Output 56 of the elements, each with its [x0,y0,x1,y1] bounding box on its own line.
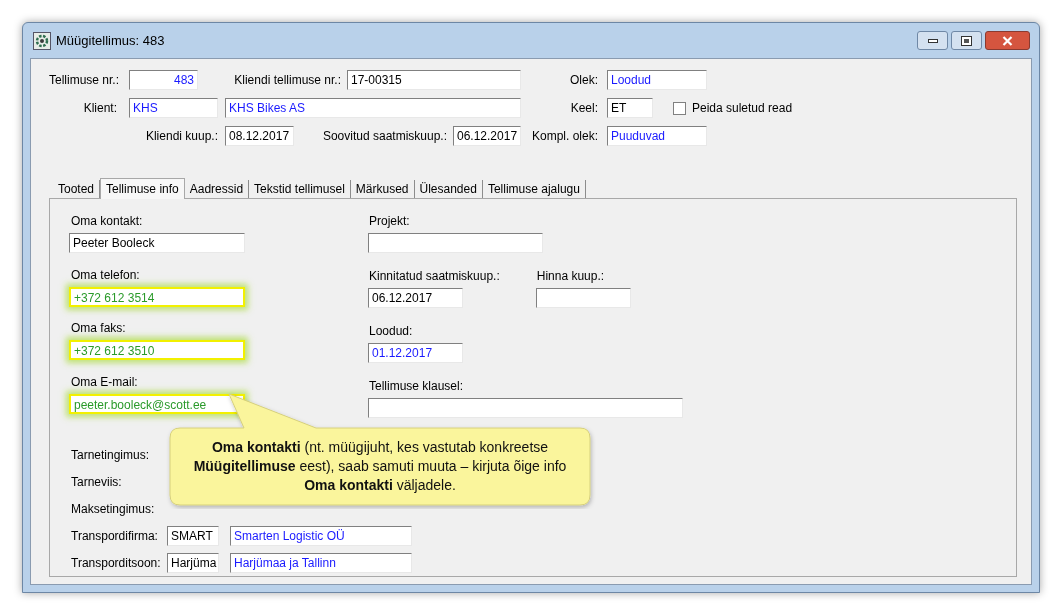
field-label: Kliendi kuup.: [144,128,218,145]
field-label: Oma E-mail: [71,373,139,390]
field-label: Hinna kuup.: [536,268,606,284]
input-field[interactable] [535,288,631,308]
input-field[interactable] [368,398,683,418]
field-label: Transporditsoon: [71,554,162,572]
field-label: Tarneviis: [71,473,123,491]
input-field[interactable]: +372 612 3510 [69,340,245,360]
close-button[interactable] [985,31,1030,50]
input-field[interactable]: 08.12.2017 [225,126,294,146]
input-field[interactable]: 01.12.2017 [368,343,463,363]
maximize-button[interactable] [951,31,982,50]
input-field[interactable]: Smarten Logistic OÜ [230,525,412,546]
field-label: Olek: [569,72,598,89]
input-field[interactable]: 483 [129,70,198,90]
input-field[interactable]: Harjüma [167,552,219,573]
app-icon [33,31,51,50]
input-field[interactable]: peeter.booleck@scott.ee [69,393,245,414]
input-field[interactable]: +372 612 3514 [69,286,245,307]
field-label: Soovitud saatmiskuup.: [321,128,447,145]
field-label: Tarnetingimus: [71,446,151,464]
input-field[interactable]: Loodud [607,70,707,90]
input-field[interactable]: Puuduvad [607,126,707,146]
input-field[interactable]: SMART [167,525,219,546]
input-field[interactable]: 17-00315 [347,70,521,90]
field-label: Keel: [569,100,598,117]
input-field[interactable] [368,233,543,253]
field-label: Transpordifirma: [71,527,159,545]
tab[interactable]: Tellimuse info [100,178,185,199]
field-label: Loodud: [369,323,414,339]
field-label: Tellimuse nr.: [49,72,117,89]
field-label: Kliendi tellimuse nr.: [233,72,341,89]
field-label: Tellimuse klausel: [369,378,465,394]
minimize-icon [927,38,938,43]
field-label: Maksetingimus: [71,500,156,518]
minimize-button[interactable] [917,31,948,50]
field-label: Kinnitatud saatmiskuup.: [369,268,500,284]
field-label: Kompl. olek: [530,128,598,145]
field-label: Oma kontakt: [71,213,144,229]
input-field[interactable]: Harjümaa ja Tallinn [230,552,412,573]
field-label: Klient: [82,100,117,117]
input-field[interactable]: ET [607,98,653,118]
input-field[interactable]: 06.12.2017 [453,126,521,146]
field-label: Projekt: [369,213,411,229]
input-field[interactable]: 06.12.2017 [368,288,463,308]
window-title: Müügitellimus: 483 [56,31,165,50]
checkbox-label: Peida suletud read [692,100,793,117]
close-icon [1002,35,1013,46]
field-label: Oma telefon: [71,266,141,283]
checkbox[interactable] [673,101,686,115]
callout-text: Oma kontakti (nt. müügijuht, kes vastutab konkreetse Müügitellimuse eest), saab samuti muuta – kirjuta õige info Oma kontakti väljadele. [192,438,568,495]
input-field[interactable]: Peeter Booleck [69,233,245,253]
input-field[interactable]: KHS [129,98,218,118]
restore-icon [961,35,972,46]
input-field[interactable]: KHS Bikes AS [225,98,521,118]
field-label: Oma faks: [71,320,127,336]
